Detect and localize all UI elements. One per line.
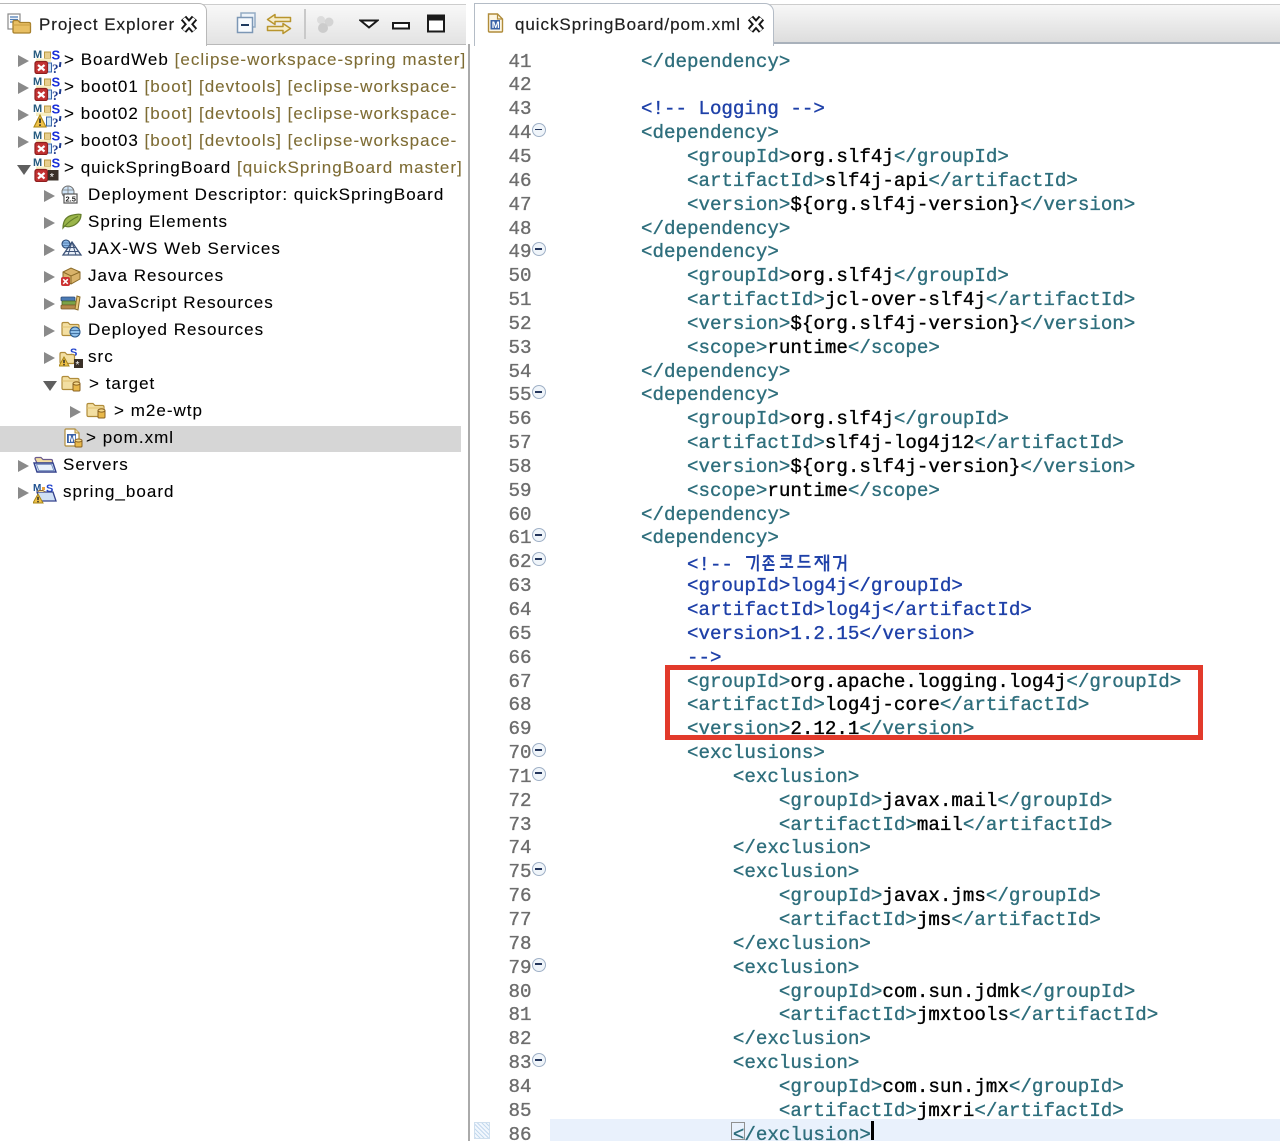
svg-text:?: ?	[52, 115, 59, 128]
svg-text:*: *	[76, 360, 80, 368]
svg-text:?: ?	[52, 142, 59, 155]
svg-text:M: M	[492, 20, 500, 31]
svg-text:?: ?	[52, 61, 59, 74]
svg-text:2.5: 2.5	[66, 195, 76, 204]
svg-text:*: *	[50, 172, 55, 183]
svg-text:S: S	[52, 156, 61, 171]
svg-text:?: ?	[52, 88, 59, 101]
